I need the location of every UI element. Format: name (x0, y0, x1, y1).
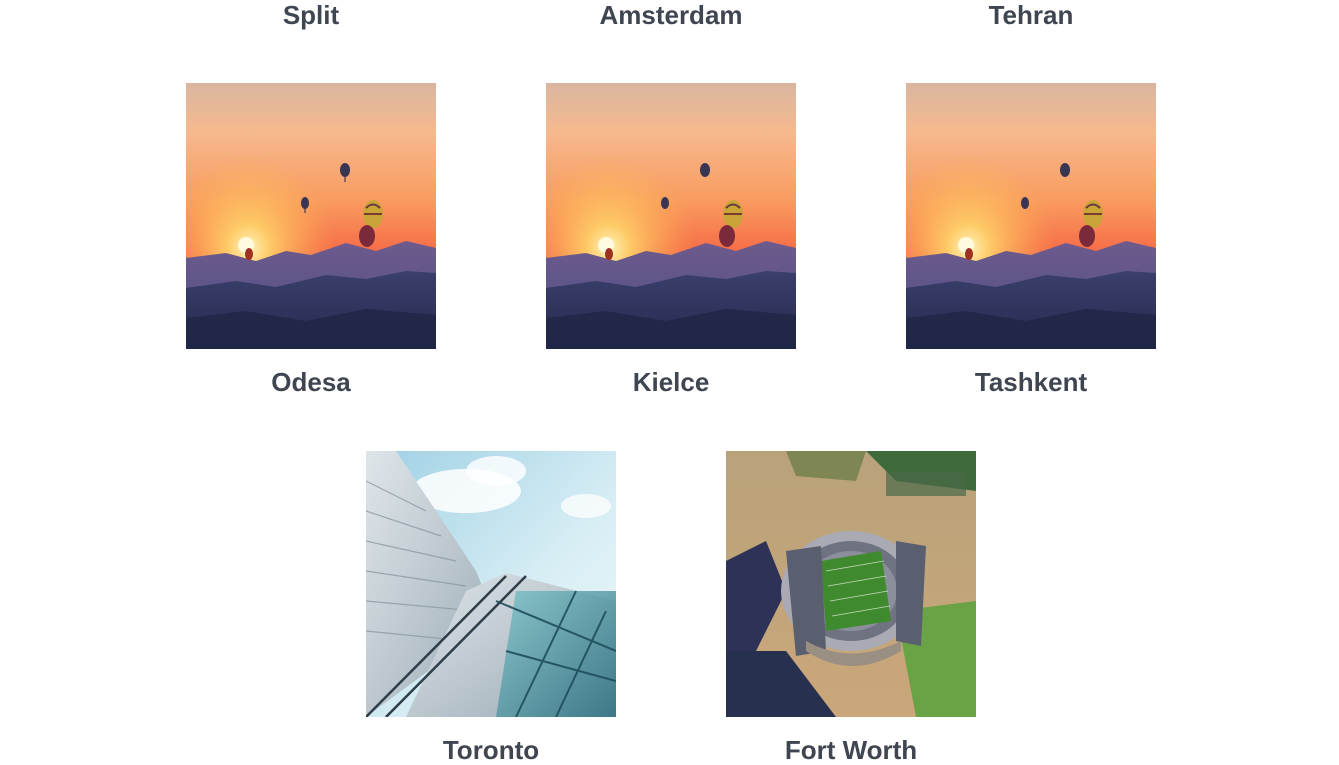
hot-air-balloons-image (186, 83, 436, 349)
city-label-kielce[interactable]: Kielce (546, 367, 796, 397)
hot-air-balloons-image (546, 83, 796, 349)
city-image-fort-worth[interactable] (726, 451, 976, 717)
glass-building-image (366, 451, 616, 717)
city-image-tashkent[interactable] (906, 83, 1156, 349)
city-label-tehran[interactable]: Tehran (906, 0, 1156, 30)
aerial-stadium-image (726, 451, 976, 717)
city-label-split[interactable]: Split (186, 0, 436, 30)
hot-air-balloons-image (906, 83, 1156, 349)
city-label-odesa[interactable]: Odesa (186, 367, 436, 397)
city-image-toronto[interactable] (366, 451, 616, 717)
city-label-fort-worth[interactable]: Fort Worth (726, 735, 976, 765)
city-label-toronto[interactable]: Toronto (366, 735, 616, 765)
city-image-odesa[interactable] (186, 83, 436, 349)
city-label-tashkent[interactable]: Tashkent (906, 367, 1156, 397)
city-image-kielce[interactable] (546, 83, 796, 349)
city-label-amsterdam[interactable]: Amsterdam (546, 0, 796, 30)
